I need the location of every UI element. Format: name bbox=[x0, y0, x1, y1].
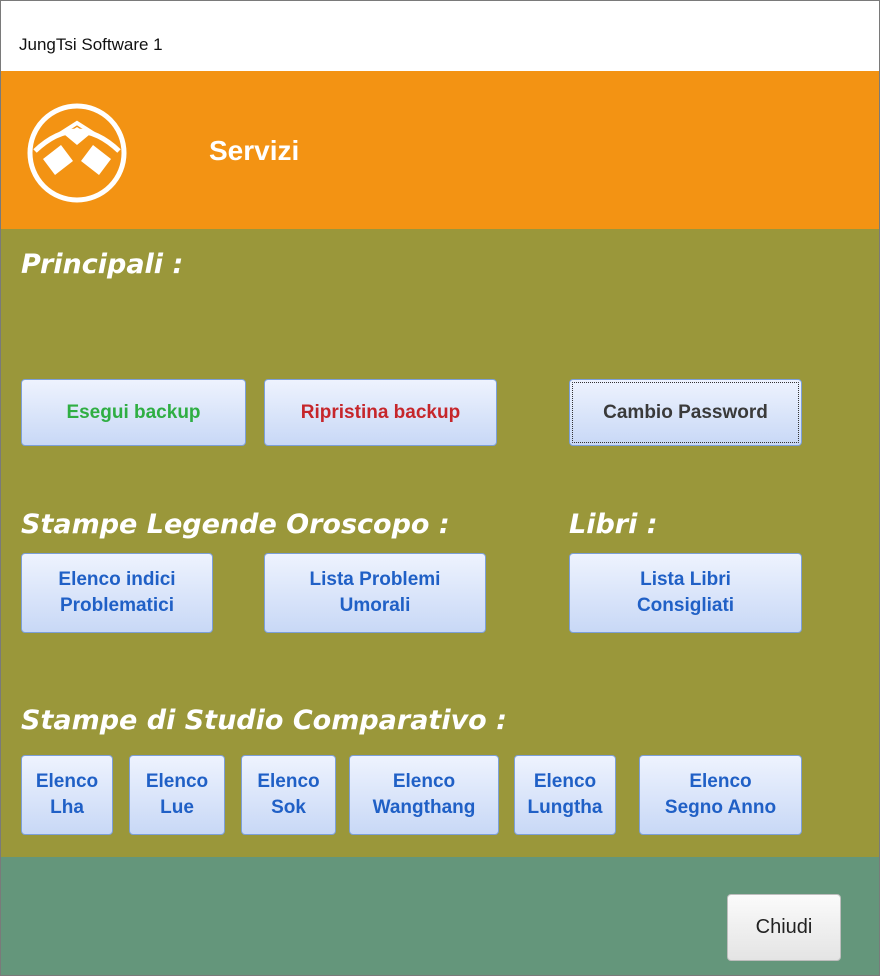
elenco-wangthang-button[interactable]: Elenco Wangthang bbox=[349, 755, 499, 835]
elenco-indici-button[interactable]: Elenco indici Problematici bbox=[21, 553, 213, 633]
header-banner: Servizi bbox=[1, 71, 879, 229]
cambio-password-button[interactable]: Cambio Password bbox=[569, 379, 802, 446]
esegui-backup-button[interactable]: Esegui backup bbox=[21, 379, 246, 446]
page-title: Servizi bbox=[209, 135, 300, 166]
elenco-lue-label: Elenco Lue bbox=[145, 771, 209, 818]
elenco-segno-anno-button[interactable]: Elenco Segno Anno bbox=[639, 755, 802, 835]
title-bar: JungTsi Software 1 bbox=[1, 1, 879, 71]
window-title: JungTsi Software 1 bbox=[19, 35, 163, 54]
lista-libri-button[interactable]: Lista Libri Consigliati bbox=[569, 553, 802, 633]
lista-problemi-label: Lista Problemi Umorali bbox=[309, 569, 441, 616]
elenco-sok-label: Elenco Sok bbox=[257, 771, 320, 818]
chiudi-button[interactable]: Chiudi bbox=[727, 894, 841, 961]
cambio-password-label: Cambio Password bbox=[603, 401, 768, 423]
chiudi-label: Chiudi bbox=[755, 916, 813, 938]
section-stampe-studio: Stampe di Studio Comparativo : bbox=[21, 705, 507, 736]
elenco-lha-button[interactable]: Elenco Lha bbox=[21, 755, 113, 835]
section-stampe-legende: Stampe Legende Oroscopo : bbox=[21, 509, 450, 540]
section-libri: Libri : bbox=[569, 509, 658, 540]
elenco-lha-label: Elenco Lha bbox=[35, 771, 99, 818]
lista-problemi-button[interactable]: Lista Problemi Umorali bbox=[264, 553, 486, 633]
endless-knot-logo-icon bbox=[27, 103, 127, 203]
main-panel: Principali : Esegui backup Ripristina ba… bbox=[1, 229, 879, 857]
ripristina-backup-label: Ripristina backup bbox=[300, 401, 461, 423]
elenco-indici-label: Elenco indici Problematici bbox=[58, 569, 176, 616]
section-principali: Principali : bbox=[21, 249, 184, 280]
esegui-backup-label: Esegui backup bbox=[66, 401, 201, 423]
window: JungTsi Software 1 Servizi Principali : … bbox=[0, 0, 880, 976]
elenco-lungtha-button[interactable]: Elenco Lungtha bbox=[514, 755, 616, 835]
elenco-lue-button[interactable]: Elenco Lue bbox=[129, 755, 225, 835]
elenco-sok-button[interactable]: Elenco Sok bbox=[241, 755, 336, 835]
elenco-wangthang-label: Elenco Wangthang bbox=[372, 771, 476, 818]
elenco-lungtha-label: Elenco Lungtha bbox=[527, 771, 603, 818]
elenco-segno-anno-label: Elenco Segno Anno bbox=[664, 771, 777, 818]
ripristina-backup-button[interactable]: Ripristina backup bbox=[264, 379, 497, 446]
lista-libri-label: Lista Libri Consigliati bbox=[636, 569, 735, 616]
